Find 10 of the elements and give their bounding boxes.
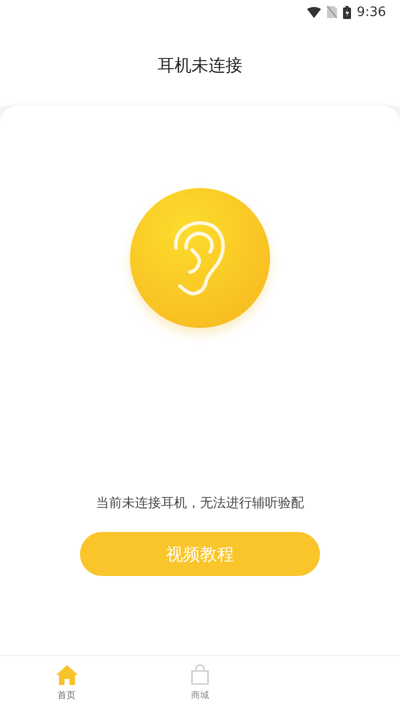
page-title: 耳机未连接 xyxy=(158,54,242,76)
wifi-icon xyxy=(306,6,321,18)
nav-tab[interactable]: 首页 xyxy=(0,656,134,710)
battery-icon xyxy=(342,6,351,18)
status-message: 当前未连接耳机，无法进行辅听验配 xyxy=(96,495,304,512)
status-time: 9:36 xyxy=(356,4,386,20)
home-icon xyxy=(54,664,79,686)
no-sim-icon xyxy=(326,6,337,18)
nav-tab[interactable]: 商城 xyxy=(133,656,267,710)
shopping-bag-icon xyxy=(188,664,211,686)
